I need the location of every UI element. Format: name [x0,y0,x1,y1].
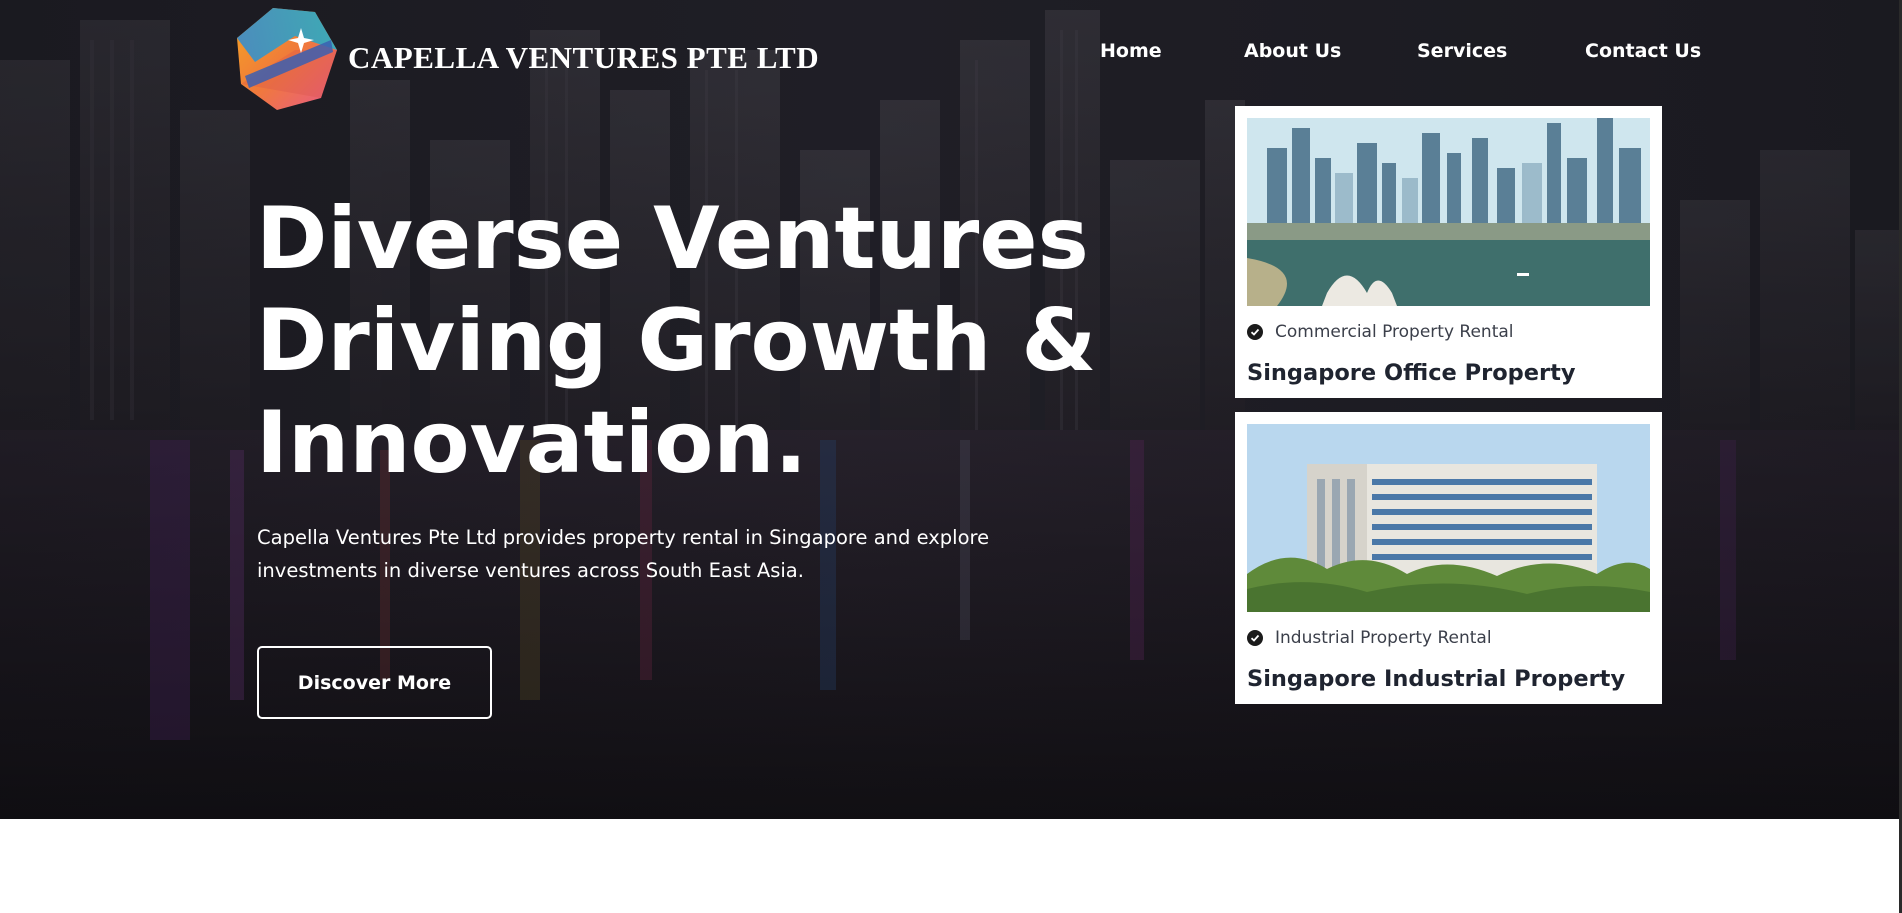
nav-item-about-us[interactable]: About Us [1244,40,1341,62]
property-card-industrial[interactable]: Industrial Property Rental Singapore Ind… [1235,412,1662,704]
card-title[interactable]: Singapore Industrial Property [1247,666,1625,692]
check-circle-icon [1247,324,1263,340]
headline-line: Driving Growth & [256,291,1097,391]
nav-item-services[interactable]: Services [1417,40,1507,62]
card-category: Commercial Property Rental [1275,322,1514,342]
card-title[interactable]: Singapore Office Property [1247,360,1576,386]
headline-line: Innovation. [256,393,808,493]
office-skyline-photo [1247,118,1650,306]
hero-description: Capella Ventures Pte Ltd provides proper… [257,526,990,582]
check-circle-icon [1247,630,1263,646]
hero-section: CAPELLA VENTURES PTE LTD Home About Us S… [0,0,1902,819]
industrial-building-photo [1247,424,1650,612]
card-category-row: Industrial Property Rental [1247,626,1492,650]
headline-line: Diverse Ventures [256,189,1089,289]
nav-item-home[interactable]: Home [1100,40,1162,62]
card-category: Industrial Property Rental [1275,628,1492,648]
nav-item-contact-us[interactable]: Contact Us [1585,40,1701,62]
discover-more-button[interactable]: Discover More [257,646,492,719]
main-nav: Home About Us Services Contact Us [0,40,1902,70]
hero-headline: Diverse Ventures Driving Growth & Innova… [256,188,1097,494]
property-card-office[interactable]: Commercial Property Rental Singapore Off… [1235,106,1662,398]
card-category-row: Commercial Property Rental [1247,320,1514,344]
